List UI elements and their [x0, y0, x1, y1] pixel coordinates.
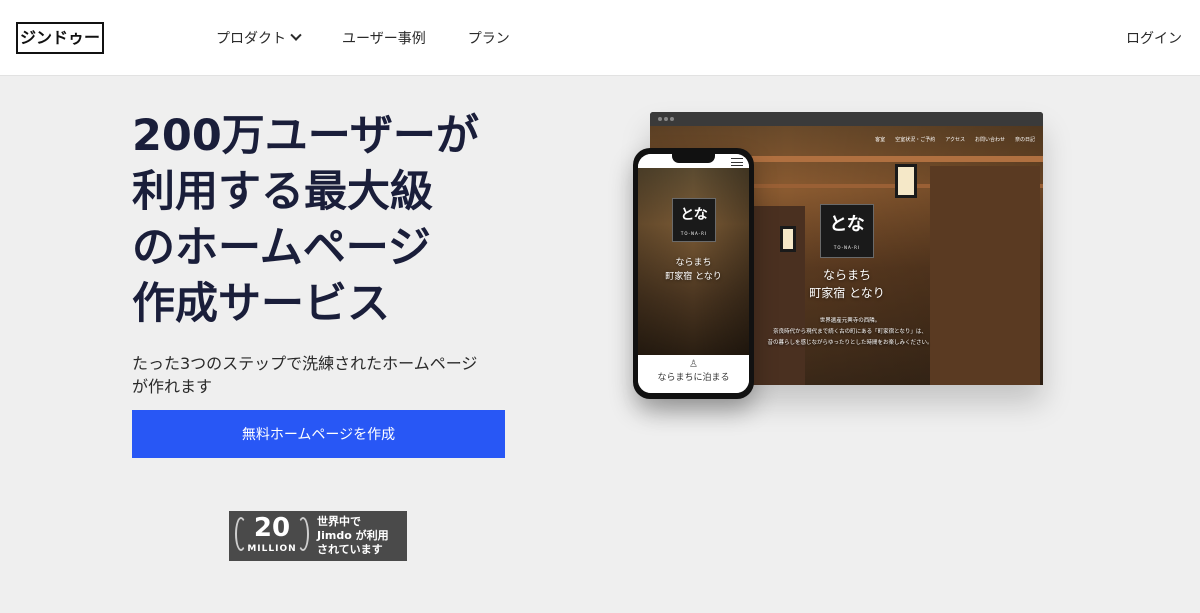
login-link[interactable]: ログイン [1126, 28, 1182, 48]
phone-bottom-section: ♙ ならまちに泊まる [638, 355, 749, 393]
phone-site-title: ならまち 町家宿 となり [643, 256, 744, 284]
main-nav: プロダクト ユーザー事例 プラン [216, 28, 552, 48]
site-nav-item: 奈の日記 [1014, 137, 1035, 143]
nav-item-label: プロダクト [216, 31, 286, 47]
emblem-subtext: TO-NA-RI [833, 245, 861, 250]
site-title-line: 町家宿 となり [665, 272, 722, 282]
emblem-subtext: TO-NA-RI [680, 231, 708, 236]
walking-person-icon: ♙ [689, 359, 698, 370]
site-title-line: ならまち [675, 258, 712, 268]
site-title: ならまち 町家宿 となり [770, 266, 924, 302]
badge-line: Jimdo が利用 [317, 529, 389, 542]
hamburger-menu-icon [731, 158, 743, 166]
browser-bar [650, 112, 1043, 126]
twenty-million-badge: 20 MILLION 世界中で Jimdo が利用 されています [229, 511, 407, 561]
phone-top-bar [638, 154, 749, 168]
nav-item-plans[interactable]: プラン [468, 28, 510, 48]
lantern-icon [895, 164, 917, 198]
hero-title: 200万ユーザーが 利用する最大級 のホームページ 作成サービス [132, 111, 479, 329]
badge-number: 20 [253, 513, 291, 543]
nav-item-user-cases[interactable]: ユーザー事例 [342, 28, 426, 48]
create-homepage-button[interactable]: 無料ホームページを作成 [132, 410, 505, 458]
jimdo-logo[interactable]: ジンドゥー [16, 22, 104, 54]
nav-item-label: プラン [467, 31, 510, 47]
badge-line: 世界中で [317, 515, 361, 528]
site-nav-item: お問い合わせ [974, 137, 1005, 143]
site-nav-item: アクセス [945, 137, 965, 143]
tonari-emblem: とな TO-NA-RI [672, 198, 716, 242]
site-nav: 客室 空室状況・ご予約 アクセス お問い合わせ 奈の日記 [875, 136, 1035, 143]
site-header: ジンドゥー プロダクト ユーザー事例 プラン ログイン [0, 0, 1200, 76]
site-title-line: ならまち [822, 268, 871, 282]
badge-text: 世界中で Jimdo が利用 されています [315, 515, 389, 557]
window-dot-icon [670, 117, 674, 121]
site-nav-item: 客室 [875, 137, 886, 143]
badge-unit: MILLION [247, 544, 297, 554]
site-nav-item: 空室状況・ご予約 [895, 137, 936, 143]
phone-bottom-label: ならまちに泊まる [657, 373, 730, 383]
phone-mockup: とな TO-NA-RI ならまち 町家宿 となり ♙ ならまちに泊まる [633, 148, 754, 399]
phone-photo: とな TO-NA-RI ならまち 町家宿 となり [638, 168, 749, 355]
phone-screen: とな TO-NA-RI ならまち 町家宿 となり ♙ ならまちに泊まる [638, 154, 749, 393]
nav-item-label: ユーザー事例 [342, 31, 426, 47]
tonari-emblem: とな TO-NA-RI [820, 204, 874, 258]
lantern-icon [780, 226, 796, 252]
hero-subtitle: たった3つのステップで洗練されたホームページが作れます [132, 354, 478, 396]
badge-number-block: 20 MILLION [229, 511, 315, 561]
badge-line: されています [317, 543, 383, 556]
wooden-door [930, 166, 1040, 385]
phone-notch [672, 154, 715, 163]
tonari-logo-icon: とな [829, 214, 865, 235]
nav-item-product[interactable]: プロダクト [216, 28, 302, 48]
chevron-down-icon [290, 29, 302, 41]
tonari-logo-icon: とな [680, 207, 708, 223]
window-dot-icon [658, 117, 662, 121]
window-dot-icon [664, 117, 668, 121]
site-title-line: 町家宿 となり [809, 286, 885, 300]
